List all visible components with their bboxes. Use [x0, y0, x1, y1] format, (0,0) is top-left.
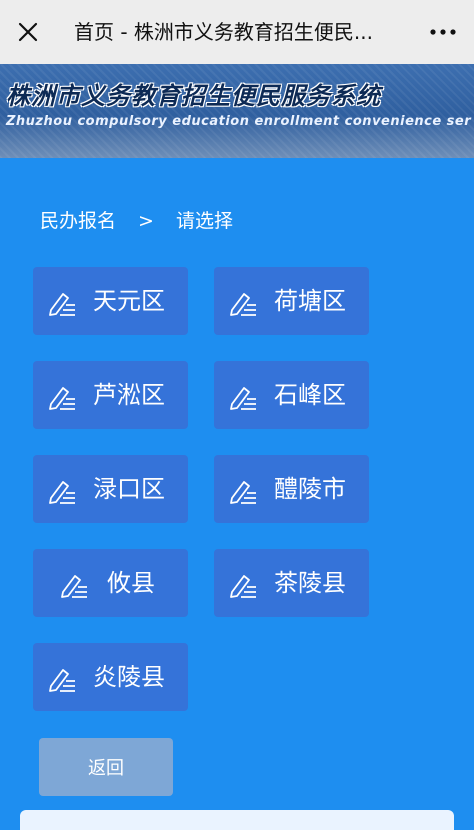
edit-icon — [49, 293, 75, 316]
header-banner: 株洲市义务教育招生便民服务系统 Zhuzhou compulsory educa… — [0, 64, 474, 158]
close-button[interactable] — [0, 0, 56, 64]
edit-icon — [61, 575, 87, 598]
district-label: 渌口区 — [93, 475, 165, 503]
edit-icon — [230, 293, 256, 316]
edit-icon — [230, 575, 256, 598]
district-label: 石峰区 — [274, 381, 346, 409]
district-label: 茶陵县 — [274, 569, 346, 597]
district-button[interactable]: 茶陵县 — [214, 549, 369, 617]
breadcrumb-current: 请选择 — [175, 210, 233, 232]
banner-title-en: Zhuzhou compulsory education enrollment … — [6, 114, 472, 129]
district-button[interactable]: 炎陵县 — [33, 643, 188, 711]
district-label: 荷塘区 — [274, 287, 346, 315]
breadcrumb-separator: > — [138, 210, 154, 232]
district-label: 天元区 — [93, 287, 165, 315]
district-label: 醴陵市 — [274, 475, 346, 503]
page-title: 首页 - 株洲市义务教育招生便民... — [74, 20, 374, 44]
district-button[interactable]: 芦淞区 — [33, 361, 188, 429]
district-button[interactable]: 攸县 — [33, 549, 188, 617]
edit-icon — [49, 481, 75, 504]
district-button[interactable]: 渌口区 — [33, 455, 188, 523]
edit-icon — [230, 481, 256, 504]
close-icon — [18, 22, 38, 42]
district-button[interactable]: 天元区 — [33, 267, 188, 335]
edit-icon — [49, 387, 75, 410]
more-icon — [430, 29, 456, 35]
edit-icon — [49, 669, 75, 692]
district-button[interactable]: 醴陵市 — [214, 455, 369, 523]
district-label: 炎陵县 — [93, 663, 165, 691]
breadcrumb: 民办报名 > 请选择 — [40, 207, 233, 235]
banner-title-cn: 株洲市义务教育招生便民服务系统 — [6, 82, 381, 110]
district-button[interactable]: 石峰区 — [214, 361, 369, 429]
edit-icon — [230, 387, 256, 410]
district-label: 芦淞区 — [93, 381, 165, 409]
district-label: 攸县 — [107, 569, 155, 597]
district-button[interactable]: 荷塘区 — [214, 267, 369, 335]
breadcrumb-root[interactable]: 民办报名 — [40, 207, 116, 235]
more-button[interactable] — [430, 0, 456, 64]
back-button[interactable]: 返回 — [39, 738, 173, 796]
bottom-panel — [20, 810, 454, 830]
title-bar: 首页 - 株洲市义务教育招生便民... — [0, 0, 474, 64]
